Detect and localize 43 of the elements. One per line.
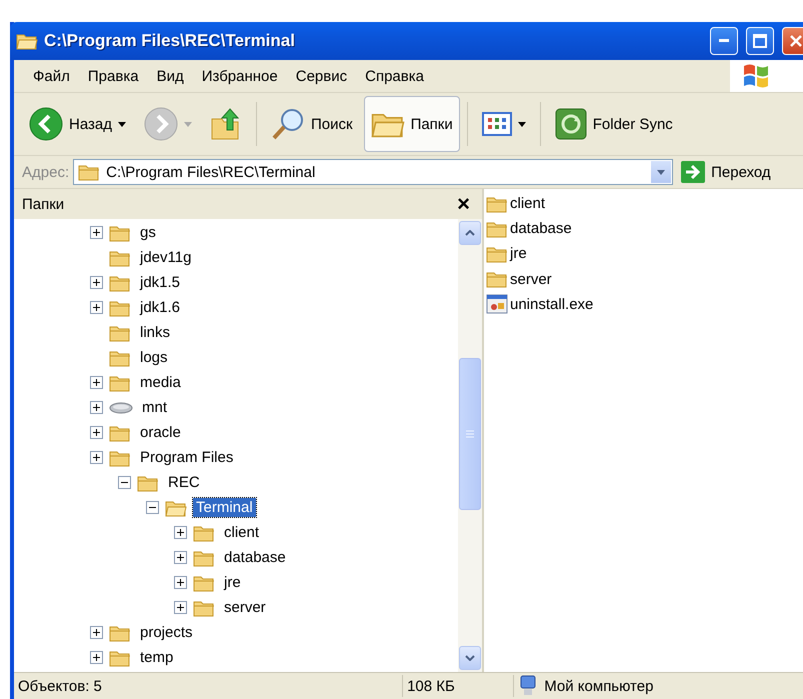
address-input[interactable]: C:\Program Files\REC\Terminal — [106, 164, 644, 180]
go-button[interactable]: Переход — [677, 161, 775, 183]
file-name[interactable]: uninstall.exe — [510, 296, 594, 313]
tree-item[interactable]: jdev11g — [137, 248, 194, 267]
file-name[interactable]: jre — [510, 245, 527, 262]
sync-button[interactable]: Folder Sync — [548, 96, 680, 152]
tree-item[interactable]: oracle — [137, 423, 184, 442]
tree-item[interactable]: links — [137, 323, 174, 342]
tree-item[interactable]: client — [221, 523, 262, 542]
menu-item[interactable]: Файл — [24, 68, 79, 84]
menu-item[interactable]: Избранное — [192, 68, 287, 84]
tree-item[interactable]: jdk1.5 — [137, 273, 184, 292]
tree-item[interactable]: server — [221, 598, 269, 617]
menu-item[interactable]: Справка — [356, 68, 433, 84]
menu-item[interactable]: Правка — [78, 68, 148, 84]
location-label: Мой компьютер — [544, 678, 654, 694]
tree-item[interactable]: media — [137, 373, 184, 392]
menu-item[interactable]: Вид — [148, 68, 193, 84]
search-button[interactable]: Поиск — [264, 96, 360, 152]
tree-item[interactable]: temp — [137, 648, 176, 667]
object-count: Объектов: 5 — [18, 678, 102, 694]
file-name[interactable]: server — [510, 270, 552, 288]
tree-item[interactable]: jre — [221, 573, 244, 592]
file-name[interactable]: database — [510, 220, 572, 238]
tree-item[interactable]: Program Files — [137, 448, 236, 467]
tree-item[interactable]: projects — [137, 623, 196, 642]
back-button[interactable]: Назад — [22, 96, 133, 152]
tree-item[interactable]: jdk1.6 — [137, 298, 184, 317]
tree-item[interactable]: mnt — [139, 398, 170, 417]
file-name[interactable]: client — [510, 195, 546, 212]
total-size: 108 КБ — [407, 678, 455, 694]
address-field[interactable]: C:\Program Files\REC\Terminal — [73, 159, 674, 185]
window-title: C:\Program Files\REC\Terminal — [44, 31, 296, 51]
folders-button[interactable]: Папки — [364, 96, 460, 152]
tree-item[interactable]: logs — [137, 348, 171, 367]
menu-item[interactable]: Сервис — [286, 68, 356, 84]
pane-title: Папки — [22, 196, 64, 212]
tree-item[interactable]: Terminal — [193, 498, 256, 517]
address-label: Адрес: — [22, 164, 70, 180]
tree-item[interactable]: REC — [165, 473, 203, 492]
tree-item[interactable]: database — [221, 548, 289, 567]
tree-item[interactable]: gs — [137, 223, 159, 242]
close-button[interactable]: × — [457, 193, 470, 215]
